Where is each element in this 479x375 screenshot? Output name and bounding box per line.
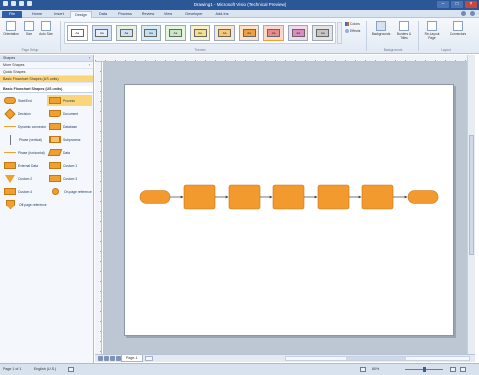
horizontal-scroll-thumb[interactable] [346, 357, 406, 360]
view-mode-icon[interactable] [360, 367, 366, 372]
next-page-icon[interactable] [110, 356, 115, 361]
flowchart-process-shape[interactable] [361, 184, 394, 210]
status-bar: Page 1 of 1 English (U.S.) 80% [0, 363, 479, 375]
flowchart-diagram [139, 184, 439, 210]
flowchart-start-end-shape[interactable] [407, 190, 439, 204]
horizontal-scrollbar[interactable] [285, 356, 470, 361]
language-status[interactable]: English (U.S.) [34, 364, 56, 375]
flowchart-process-shape[interactable] [317, 184, 350, 210]
macro-record-icon[interactable] [68, 367, 74, 372]
flowchart-process-shape[interactable] [272, 184, 305, 210]
flowchart-process-shape[interactable] [183, 184, 216, 210]
fit-page-icon[interactable] [450, 367, 456, 372]
first-page-icon[interactable] [98, 356, 103, 361]
flowchart-process-shape[interactable] [228, 184, 261, 210]
page-tabs-bar: Page-1 [95, 354, 475, 362]
zoom-slider-thumb[interactable] [423, 367, 426, 372]
flowchart-start-end-shape[interactable] [139, 190, 171, 204]
pan-zoom-icon[interactable] [460, 367, 466, 372]
insert-page-button[interactable] [145, 356, 153, 361]
page-number-status[interactable]: Page 1 of 1 [3, 364, 21, 375]
zoom-level[interactable]: 80% [372, 364, 379, 375]
page-tab-page-1[interactable]: Page-1 [121, 355, 143, 362]
prev-page-icon[interactable] [104, 356, 109, 361]
